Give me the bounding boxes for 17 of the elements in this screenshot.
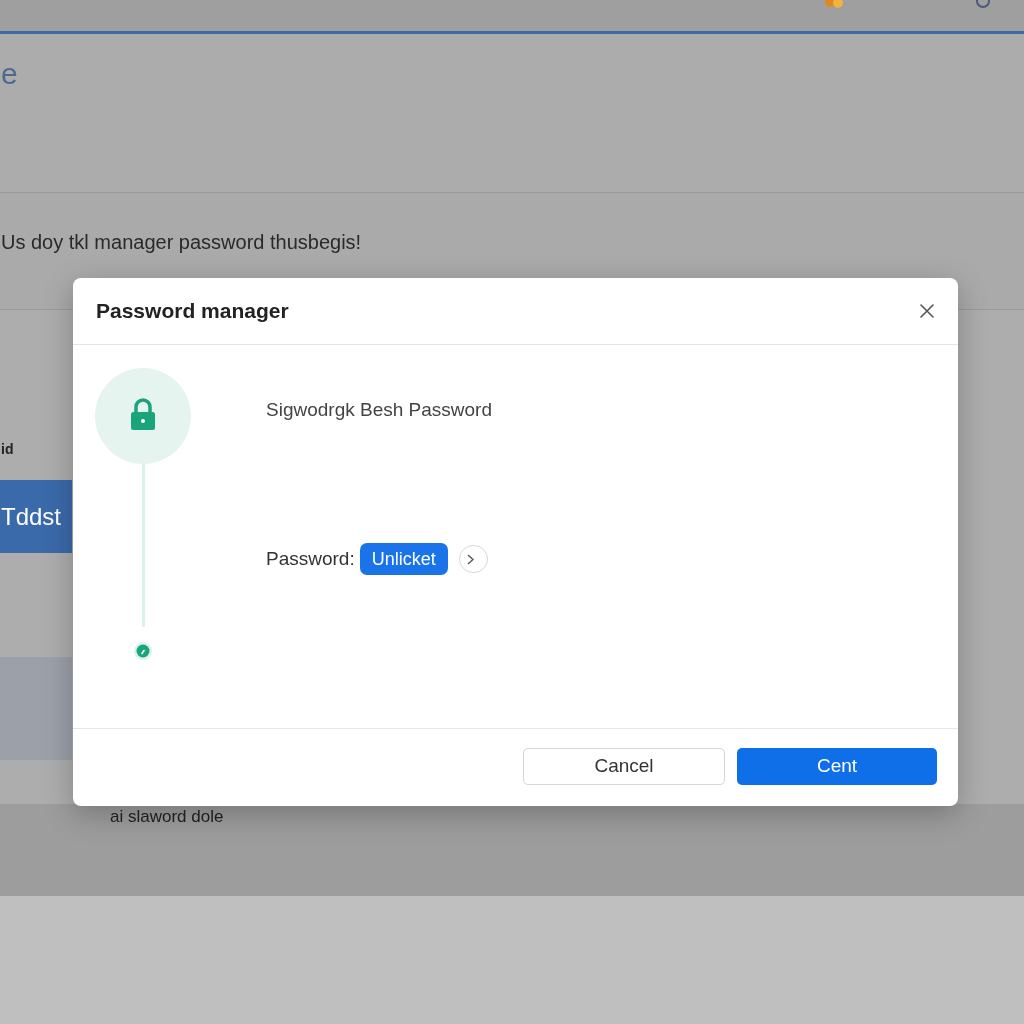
page-heading: e bbox=[1, 57, 18, 91]
close-button[interactable] bbox=[917, 301, 937, 321]
notice-text: Us doy tkl manager password thusbegis! bbox=[1, 230, 362, 255]
side-label: id bbox=[1, 440, 14, 458]
prompt-text: Sigwodrgk Besh Password bbox=[266, 398, 492, 422]
unlock-button[interactable]: Unlicket bbox=[359, 543, 448, 575]
password-label: Password: bbox=[266, 546, 355, 571]
footer-text: ai slaword dole bbox=[110, 807, 224, 827]
coins-icon[interactable] bbox=[824, 0, 844, 8]
cancel-button[interactable]: Cancel bbox=[523, 747, 725, 785]
side-button[interactable]: Tddst bbox=[0, 480, 72, 553]
step-marker-icon bbox=[134, 642, 152, 660]
chevron-right-icon bbox=[466, 553, 474, 565]
close-icon bbox=[920, 304, 934, 318]
dialog-title: Password manager bbox=[96, 298, 289, 325]
confirm-button[interactable]: Cent bbox=[737, 747, 937, 785]
chevron-button[interactable] bbox=[458, 545, 488, 573]
